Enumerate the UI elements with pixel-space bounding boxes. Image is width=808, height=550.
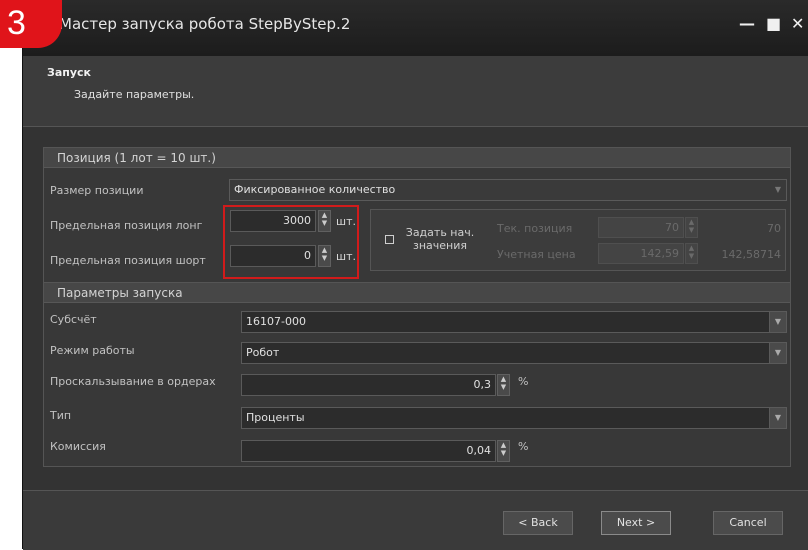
commission-unit: % (518, 440, 529, 453)
chevron-down-icon: ▼ (769, 408, 786, 428)
minimize-icon[interactable]: — (739, 14, 755, 33)
slippage-spinner[interactable]: ▲ ▼ (497, 374, 510, 396)
mode-label: Режим работы (50, 344, 135, 357)
page-title: Запуск (47, 66, 91, 79)
page-subtitle: Задайте параметры. (74, 88, 195, 101)
slippage-input[interactable]: 0,3 (241, 374, 496, 396)
init-values-checkbox[interactable] (385, 235, 394, 244)
commission-label: Комиссия (50, 440, 106, 453)
commission-input[interactable]: 0,04 (241, 440, 496, 462)
next-button[interactable]: Next > (601, 511, 671, 535)
mode-select[interactable]: Робот ▼ (241, 342, 787, 364)
maximize-icon[interactable]: ■ (766, 14, 781, 33)
account-price-spinner: ▲ ▼ (685, 243, 698, 264)
current-position-label: Тек. позиция (497, 222, 573, 235)
subaccount-label: Субсчёт (50, 313, 97, 326)
position-group-title: Позиция (1 лот = 10 шт.) (44, 148, 790, 168)
subaccount-value: 16107-000 (246, 315, 306, 328)
launch-params-title: Параметры запуска (44, 283, 790, 303)
chevron-down-icon: ▼ (774, 185, 782, 194)
slippage-unit: % (518, 375, 529, 388)
close-icon[interactable]: ✕ (791, 14, 804, 33)
step-number: 3 (7, 4, 26, 42)
wizard-window: Мастер запуска робота StepByStep.2 — ■ ✕… (22, 0, 808, 550)
account-price-input: 142,59 (598, 243, 684, 264)
initial-values-box: Задать нач. значения Тек. позиция 70 ▲ ▼ … (370, 209, 786, 271)
short-limit-label: Предельная позиция шорт (50, 254, 206, 267)
wizard-button-bar: < Back Next > Cancel (23, 490, 808, 550)
type-select[interactable]: Проценты ▼ (241, 407, 787, 429)
chevron-down-icon: ▼ (769, 312, 786, 332)
position-group: Позиция (1 лот = 10 шт.) Размер позиции … (43, 147, 791, 284)
highlight-frame (223, 205, 359, 279)
type-value: Проценты (246, 411, 305, 424)
current-position-input: 70 (598, 217, 684, 238)
position-size-select[interactable]: Фиксированное количество ▼ (229, 179, 787, 201)
wizard-content: Позиция (1 лот = 10 шт.) Размер позиции … (23, 127, 808, 490)
type-label: Тип (50, 409, 72, 422)
account-price-readout: 142,58714 (721, 248, 782, 261)
position-size-value: Фиксированное количество (234, 183, 396, 196)
account-price-label: Учетная цена (497, 248, 576, 261)
launch-params-group: Параметры запуска Субсчёт 16107-000 ▼ Ре… (43, 282, 791, 467)
current-position-spinner: ▲ ▼ (685, 217, 698, 238)
long-limit-label: Предельная позиция лонг (50, 219, 203, 232)
cancel-button[interactable]: Cancel (713, 511, 783, 535)
chevron-down-icon: ▼ (769, 343, 786, 363)
init-values-label: Задать нач. значения (405, 226, 475, 252)
subaccount-select[interactable]: 16107-000 ▼ (241, 311, 787, 333)
window-title: Мастер запуска робота StepByStep.2 (59, 15, 351, 33)
title-bar: Мастер запуска робота StepByStep.2 — ■ ✕ (23, 0, 808, 56)
step-number-badge: 3 (0, 0, 62, 48)
back-button[interactable]: < Back (503, 511, 573, 535)
mode-value: Робот (246, 346, 280, 359)
current-position-readout: 70 (767, 222, 781, 235)
commission-spinner[interactable]: ▲ ▼ (497, 440, 510, 462)
wizard-header: Запуск Задайте параметры. (23, 56, 808, 127)
slippage-label: Проскальзывание в ордерах (50, 375, 216, 388)
position-size-label: Размер позиции (50, 184, 144, 197)
